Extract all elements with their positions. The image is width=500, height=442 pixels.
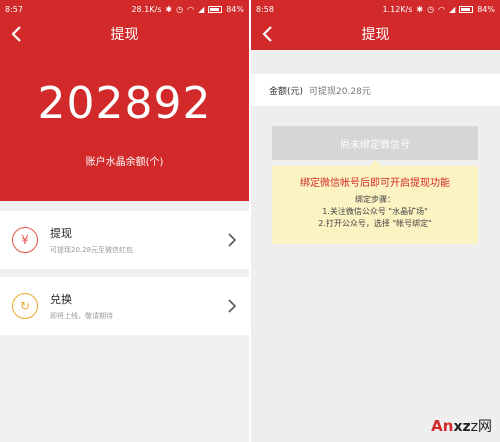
wifi-icon: ◠ xyxy=(187,4,195,14)
withdraw-icon: ¥ xyxy=(12,227,38,253)
notice-steps-title: 绑定步骤： xyxy=(355,195,395,204)
chevron-left-icon xyxy=(11,26,21,42)
status-bar: 8:57 28.1K/s ✱ ◷ ◠ ◢ 84% xyxy=(0,0,249,18)
amount-hint: 可提现20.28元 xyxy=(309,86,371,97)
exchange-option[interactable]: ↻ 兑换 即将上线，敬请期待 xyxy=(0,277,249,335)
wifi-icon: ◠ xyxy=(438,4,446,14)
status-time: 8:58 xyxy=(256,4,274,14)
network-speed: 1.12K/s xyxy=(382,4,413,14)
back-button[interactable] xyxy=(6,24,26,44)
page-title: 提现 xyxy=(361,27,390,43)
crystal-balance-value: 202892 xyxy=(37,78,212,129)
status-time: 8:57 xyxy=(5,4,23,14)
battery-icon xyxy=(459,5,474,13)
withdraw-home-screen: 8:57 28.1K/s ✱ ◷ ◠ ◢ 84% 提现 202892 账户水晶余… xyxy=(0,0,249,442)
battery-percent: 84% xyxy=(477,4,495,14)
title-bar: 提现 xyxy=(0,18,249,50)
withdraw-amount-screen: 8:58 1.12K/s ✱ ◷ ◠ ◢ 84% 提现 金额(元) 可提现20.… xyxy=(251,0,500,442)
bluetooth-icon: ✱ xyxy=(416,4,424,14)
battery-percent: 84% xyxy=(226,4,244,14)
chevron-right-icon xyxy=(228,299,237,313)
title-bar: 提现 xyxy=(251,18,500,50)
withdraw-title: 提现 xyxy=(50,227,72,240)
bluetooth-icon: ✱ xyxy=(165,4,173,14)
alarm-icon: ◷ xyxy=(176,4,184,14)
bind-notice: 绑定微信帐号后即可开启提现功能 绑定步骤： 1.关注微信公众号 "水晶矿场" 2… xyxy=(272,160,478,244)
back-button[interactable] xyxy=(257,24,277,44)
amount-label: 金额(元) xyxy=(269,86,304,97)
page-title: 提现 xyxy=(110,27,139,43)
network-speed: 28.1K/s xyxy=(131,4,162,14)
site-watermark: An xz z网 xyxy=(431,417,492,435)
bind-wechat-button[interactable]: 尚未绑定微信号 xyxy=(272,126,478,160)
exchange-subtitle: 即将上线，敬请期待 xyxy=(50,312,113,320)
crystal-balance-label: 账户水晶余额(个) xyxy=(85,157,164,168)
amount-field[interactable]: 金额(元) 可提现20.28元 xyxy=(251,74,500,106)
exchange-icon: ↻ xyxy=(12,293,38,319)
balance-panel: 202892 账户水晶余额(个) xyxy=(0,50,249,201)
chevron-right-icon xyxy=(228,233,237,247)
alarm-icon: ◷ xyxy=(427,4,435,14)
signal-icon: ◢ xyxy=(449,4,456,14)
withdraw-subtitle: 可提现20.28元至微信红包 xyxy=(50,246,134,254)
battery-icon xyxy=(208,5,223,13)
chevron-left-icon xyxy=(262,26,272,42)
withdraw-option[interactable]: ¥ 提现 可提现20.28元至微信红包 xyxy=(0,211,249,269)
status-bar: 8:58 1.12K/s ✱ ◷ ◠ ◢ 84% xyxy=(251,0,500,18)
notice-title: 绑定微信帐号后即可开启提现功能 xyxy=(300,178,450,189)
exchange-title: 兑换 xyxy=(50,293,72,306)
notice-step-2: 2.打开公众号，选择 "帐号绑定" xyxy=(318,219,432,228)
notice-step-1: 1.关注微信公众号 "水晶矿场" xyxy=(322,207,428,216)
signal-icon: ◢ xyxy=(198,4,205,14)
